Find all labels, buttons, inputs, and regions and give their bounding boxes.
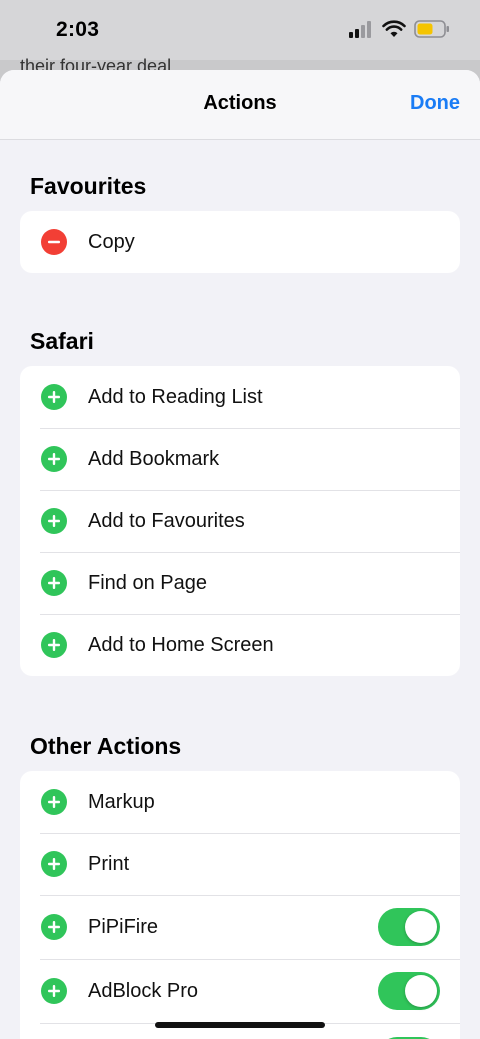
- add-circle-icon[interactable]: [41, 446, 67, 472]
- section-title-favourites: Favourites: [30, 173, 147, 199]
- action-label: PiPiFire: [88, 915, 159, 938]
- sheet-nav-bar: Actions Done: [0, 70, 480, 140]
- add-circle-icon[interactable]: [41, 384, 67, 410]
- add-circle-icon[interactable]: [41, 851, 67, 877]
- add-circle-icon[interactable]: [41, 632, 67, 658]
- status-bar: 2:03: [0, 0, 480, 60]
- add-circle-icon[interactable]: [41, 570, 67, 596]
- toggle-knob: [405, 975, 437, 1007]
- other-actions-group: Markup Print PiPiFire AdBlock Pro: [20, 771, 460, 1039]
- toggle-knob: [405, 911, 437, 943]
- action-row-add-to-favourites[interactable]: Add to Favourites: [20, 490, 460, 552]
- action-row-add-to-home-screen[interactable]: Add to Home Screen: [20, 614, 460, 676]
- action-label: Add to Favourites: [88, 509, 245, 532]
- battery-icon: [414, 20, 450, 43]
- action-row-print[interactable]: Print: [20, 833, 460, 895]
- action-row-adblock-pro[interactable]: AdBlock Pro: [20, 959, 460, 1023]
- action-label: Markup: [88, 790, 155, 813]
- add-circle-icon[interactable]: [41, 978, 67, 1004]
- action-label: Copy: [88, 230, 135, 253]
- add-circle-icon[interactable]: [41, 789, 67, 815]
- pipifire-toggle[interactable]: [378, 908, 440, 946]
- cellular-signal-icon: [348, 20, 374, 43]
- action-row-markup[interactable]: Markup: [20, 771, 460, 833]
- remove-circle-icon[interactable]: [41, 229, 67, 255]
- safari-group: Add to Reading List Add Bookmark Add to …: [20, 366, 460, 676]
- add-circle-icon[interactable]: [41, 508, 67, 534]
- action-label: AdBlock Pro: [88, 979, 199, 1002]
- action-row-add-bookmark[interactable]: Add Bookmark: [20, 428, 460, 490]
- adblock-pro-toggle[interactable]: [378, 972, 440, 1010]
- favourites-group: Copy: [20, 211, 460, 273]
- action-label: Find on Page: [88, 571, 207, 594]
- action-row-add-to-reading-list[interactable]: Add to Reading List: [20, 366, 460, 428]
- sheet-title: Actions: [203, 92, 277, 114]
- wifi-icon: [382, 20, 406, 43]
- action-label: Add Bookmark: [88, 447, 220, 470]
- status-icons: [348, 20, 450, 43]
- action-row-copy[interactable]: Copy: [20, 211, 460, 273]
- action-label: Print: [88, 852, 130, 875]
- status-time: 2:03: [56, 18, 100, 41]
- actions-sheet: Actions Done Favourites Copy Safari Add …: [0, 70, 480, 1039]
- action-row-find-on-page[interactable]: Find on Page: [20, 552, 460, 614]
- add-circle-icon[interactable]: [41, 914, 67, 940]
- action-label: Add to Home Screen: [88, 633, 274, 656]
- done-button[interactable]: Done: [410, 92, 460, 115]
- home-indicator[interactable]: [155, 1022, 325, 1028]
- action-label: Add to Reading List: [88, 385, 263, 408]
- section-title-other-actions: Other Actions: [30, 733, 182, 759]
- section-title-safari: Safari: [30, 328, 94, 354]
- action-row-pipifire[interactable]: PiPiFire: [20, 895, 460, 959]
